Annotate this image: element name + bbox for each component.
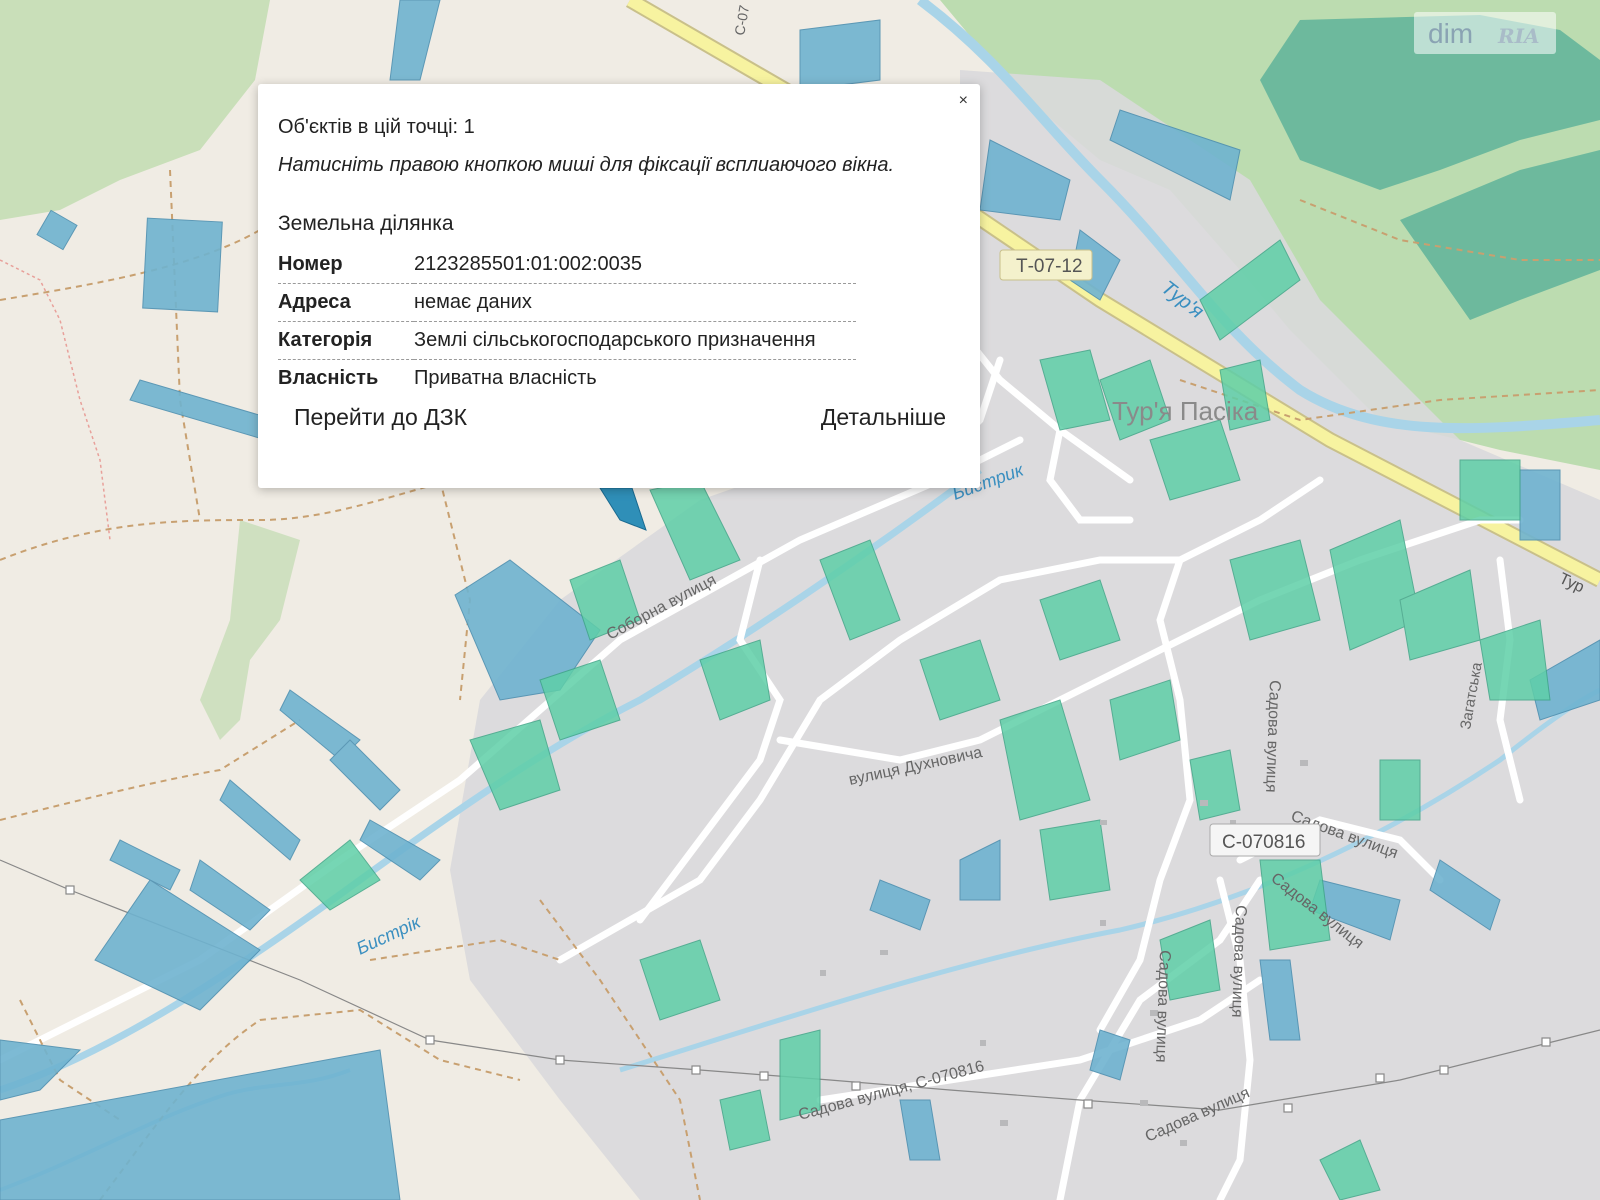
- close-icon[interactable]: ×: [959, 92, 968, 110]
- table-row: Адреса немає даних: [278, 283, 856, 322]
- logo-ria-text: RIA: [1498, 24, 1540, 48]
- go-to-dzk-button[interactable]: Перейти до ДЗК: [294, 404, 467, 431]
- details-button[interactable]: Детальніше: [821, 404, 946, 431]
- parcel-attributes-table: Номер 2123285501:01:002:0035 Адреса нема…: [278, 246, 856, 397]
- svg-text:Т-07-12: Т-07-12: [1016, 256, 1083, 277]
- road-shield-c070816: С-070816: [1209, 823, 1321, 857]
- attr-value-address: немає даних: [414, 283, 856, 322]
- svg-text:С-070816: С-070816: [1222, 832, 1305, 853]
- road-shield-t0712: Т-07-12: [999, 249, 1093, 281]
- attr-key-number: Номер: [278, 246, 414, 284]
- attr-value-category: Землі сільськогосподарського призначення: [414, 321, 856, 360]
- popup-heading: Земельна ділянка: [278, 212, 454, 235]
- popup-hint: Натисніть правою кнопкою миші для фіксац…: [278, 154, 895, 176]
- table-row: Категорія Землі сільськогосподарського п…: [278, 321, 856, 360]
- attr-value-ownership: Приватна власність: [414, 367, 597, 389]
- attr-key-ownership: Власність: [278, 367, 379, 389]
- table-row: Власність Приватна власність: [278, 360, 856, 398]
- attr-key-category: Категорія: [278, 321, 414, 360]
- logo-dim-text: dim: [1428, 18, 1474, 49]
- attr-value-number: 2123285501:01:002:0035: [414, 246, 856, 284]
- table-row: Номер 2123285501:01:002:0035: [278, 246, 856, 284]
- label-village: Тур'я Пасіка: [1112, 396, 1259, 426]
- attr-key-address: Адреса: [278, 283, 414, 322]
- parcel-info-popup: × Об'єктів в цій точці: 1 Натисніть прав…: [258, 84, 980, 488]
- dimria-logo: dim RIA: [1414, 12, 1556, 54]
- objects-count: Об'єктів в цій точці: 1: [278, 116, 475, 138]
